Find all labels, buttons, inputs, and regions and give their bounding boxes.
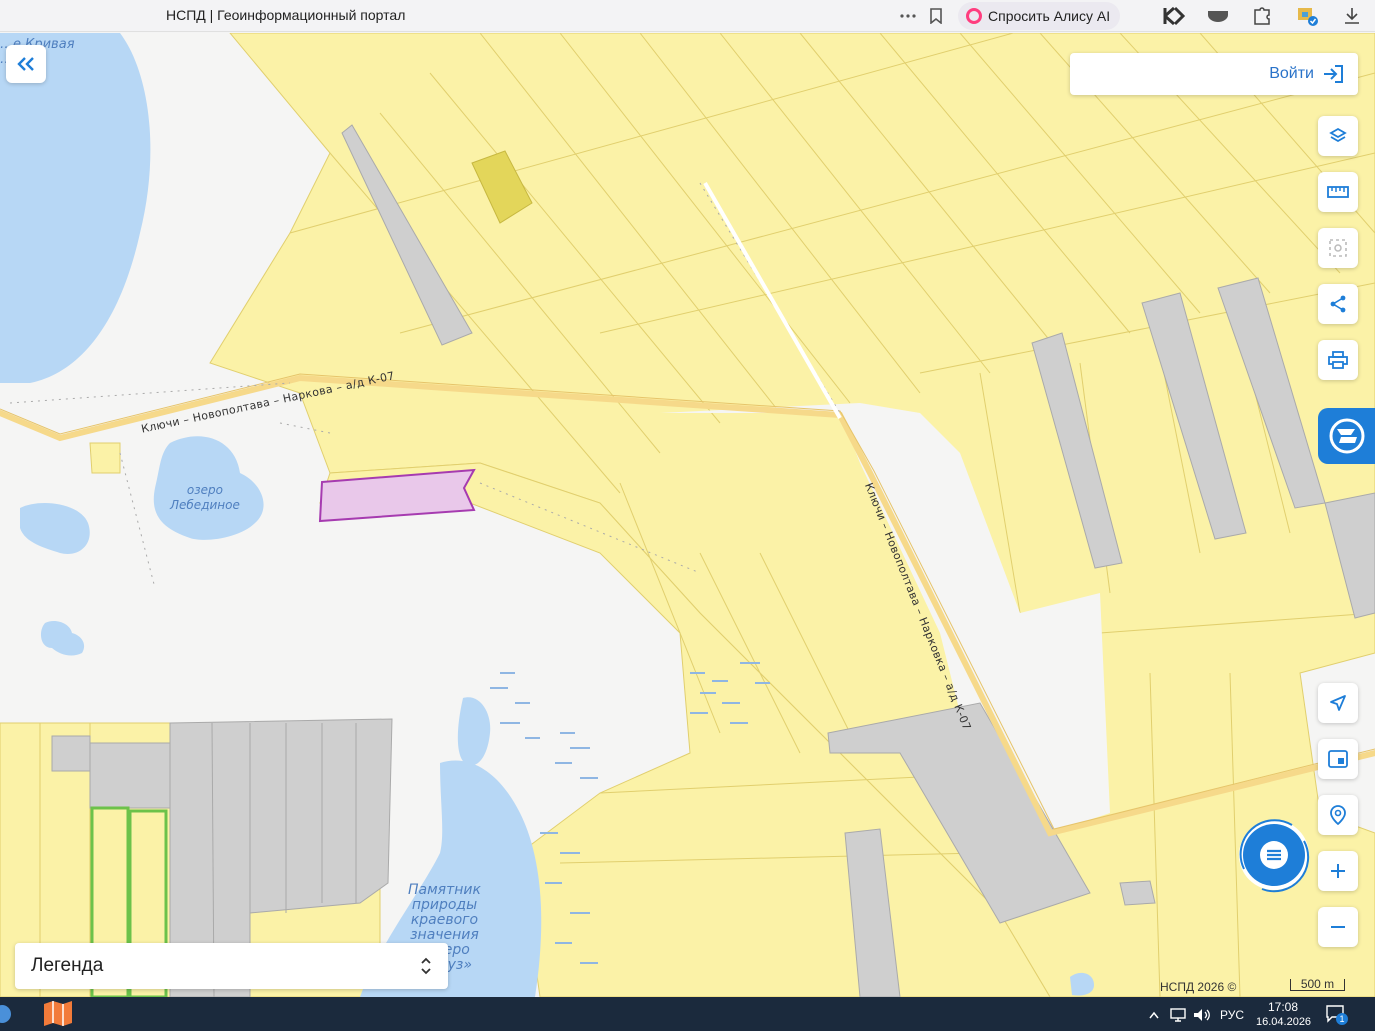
bookmark-icon[interactable] bbox=[924, 4, 948, 28]
print-icon bbox=[1328, 351, 1348, 369]
map-base-layer bbox=[0, 33, 1375, 997]
feedback-side-button[interactable] bbox=[1318, 408, 1375, 464]
minimap-icon bbox=[1328, 750, 1348, 768]
browser-bar: НСПД | Геоинформационный портал Спросить… bbox=[0, 0, 1375, 32]
login-button[interactable]: Войти bbox=[1070, 53, 1358, 95]
extension-shield-icon[interactable] bbox=[1206, 4, 1230, 28]
geo-search-icon bbox=[1330, 805, 1346, 825]
notifications-button[interactable]: 1 bbox=[1326, 1005, 1348, 1025]
layers-button[interactable] bbox=[1318, 116, 1358, 156]
chat-ring-decoration bbox=[1239, 819, 1310, 893]
more-options-icon[interactable] bbox=[896, 4, 920, 28]
legend-title: Легенда bbox=[31, 955, 104, 976]
extension-maps-icon[interactable] bbox=[1296, 4, 1320, 28]
login-icon bbox=[1324, 65, 1343, 83]
ruler-icon bbox=[1327, 186, 1349, 198]
tray-chevron-up-icon[interactable] bbox=[1149, 1011, 1159, 1019]
alice-icon bbox=[966, 8, 982, 24]
extension-k-icon[interactable] bbox=[1162, 4, 1186, 28]
taskbar-app-maps[interactable] bbox=[42, 1000, 74, 1028]
share-icon bbox=[1330, 295, 1346, 313]
start-button-edge[interactable] bbox=[0, 999, 12, 1029]
scale-label: 500 m bbox=[1300, 977, 1335, 991]
scale-bar: 500 m bbox=[1290, 977, 1345, 991]
zoom-in-button[interactable] bbox=[1318, 851, 1358, 891]
location-arrow-icon bbox=[1330, 695, 1346, 711]
legend-panel[interactable]: Легенда bbox=[15, 943, 448, 989]
extension-puzzle-icon[interactable] bbox=[1250, 4, 1274, 28]
map-canvas[interactable]: …е Кривая …на озеро Лебединое Памятник п… bbox=[0, 33, 1375, 997]
geo-search-button[interactable] bbox=[1318, 795, 1358, 835]
copyright-text: НСПД 2026 © bbox=[1160, 980, 1237, 994]
taskbar: РУС 17:08 16.04.2026 1 bbox=[0, 997, 1375, 1031]
zoom-out-button[interactable] bbox=[1318, 907, 1358, 947]
notification-count: 1 bbox=[1336, 1013, 1348, 1025]
my-location-button[interactable] bbox=[1318, 683, 1358, 723]
network-icon[interactable] bbox=[1170, 1008, 1186, 1022]
collapse-sidebar-button[interactable] bbox=[6, 45, 46, 83]
login-label: Войти bbox=[1269, 65, 1314, 82]
share-button[interactable] bbox=[1318, 284, 1358, 324]
ask-alice-label: Спросить Алису AI bbox=[988, 8, 1111, 24]
tab-title: НСПД | Геоинформационный портал bbox=[166, 7, 406, 23]
layers-icon bbox=[1329, 127, 1347, 143]
app-root: НСПД | Геоинформационный портал Спросить… bbox=[0, 0, 1375, 1031]
zoom-in-icon bbox=[1331, 864, 1345, 878]
select-area-icon bbox=[1329, 239, 1347, 257]
nspd-chat-icon bbox=[1329, 418, 1364, 454]
lake-lebedinoe-label: озеро Лебединое bbox=[170, 483, 240, 512]
zoom-out-icon bbox=[1331, 926, 1345, 928]
minimap-button[interactable] bbox=[1318, 739, 1358, 779]
volume-icon[interactable] bbox=[1193, 1008, 1211, 1022]
ask-alice-button[interactable]: Спросить Алису AI bbox=[958, 2, 1121, 30]
clock-date[interactable]: 16.04.2026 bbox=[1256, 1016, 1311, 1028]
print-button[interactable] bbox=[1318, 340, 1358, 380]
folded-map-icon bbox=[44, 1001, 72, 1026]
ruler-button[interactable] bbox=[1318, 172, 1358, 212]
clock-time[interactable]: 17:08 bbox=[1268, 1000, 1298, 1014]
expand-collapse-icon bbox=[421, 957, 431, 975]
double-chevron-left-icon bbox=[17, 57, 34, 71]
download-icon[interactable] bbox=[1340, 4, 1364, 28]
select-area-button[interactable] bbox=[1318, 228, 1358, 268]
chat-assistant-button[interactable] bbox=[1232, 813, 1316, 897]
language-indicator[interactable]: РУС bbox=[1220, 1008, 1244, 1022]
